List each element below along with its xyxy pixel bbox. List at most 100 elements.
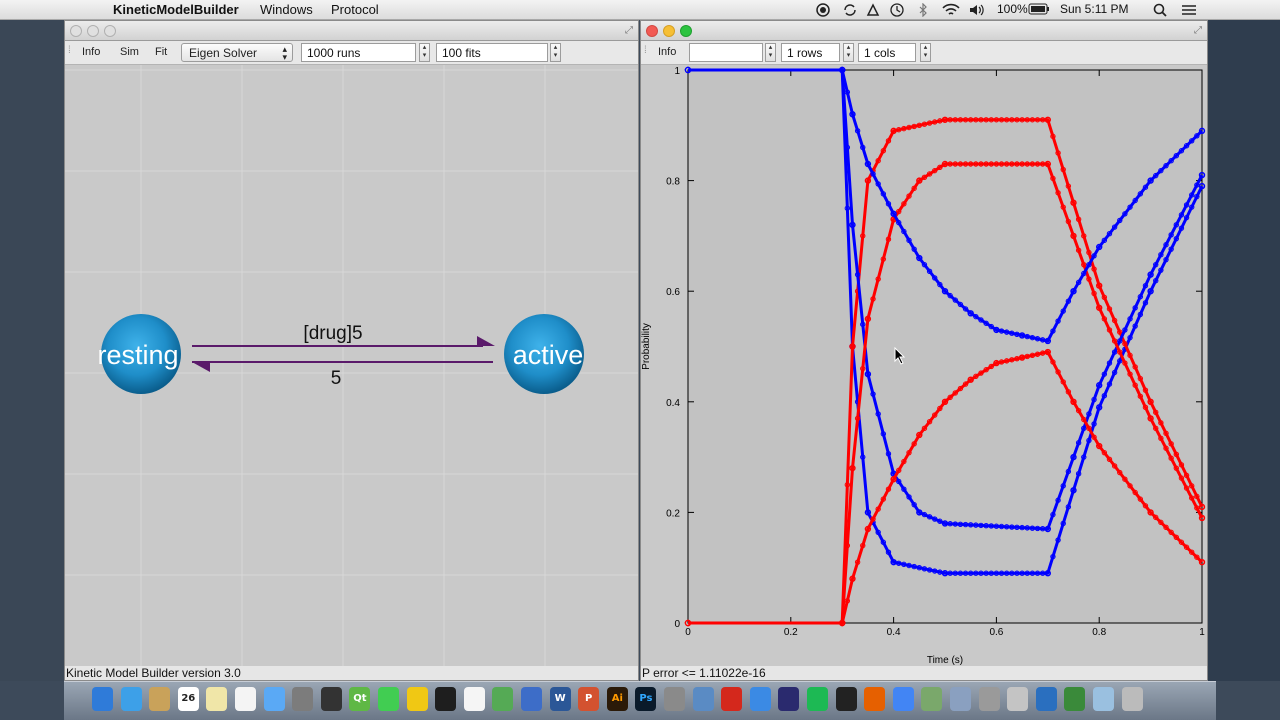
notification-center-icon[interactable] [1181, 3, 1197, 17]
notes-icon[interactable] [206, 687, 228, 711]
fullscreen-icon[interactable]: ⤢ [1194, 25, 1202, 36]
messages-icon[interactable] [263, 687, 285, 711]
terminal-icon[interactable] [435, 687, 457, 711]
x-axis-label: Time (s) [927, 655, 963, 666]
zoom-button[interactable] [680, 25, 692, 37]
cols-field[interactable]: 1 cols [858, 43, 916, 62]
bluetooth-icon[interactable] [918, 3, 928, 17]
app-menu[interactable]: KineticModelBuilder [113, 2, 239, 17]
plot-toolbar: ⁞ Info ▴ ▾ 1 rows ▴ ▾ 1 cols ▴ ▾ [641, 41, 1207, 65]
volume-icon[interactable] [968, 3, 986, 17]
minimize-button[interactable] [87, 25, 99, 37]
github-icon[interactable] [835, 687, 857, 711]
menu-windows[interactable]: Windows [260, 2, 313, 17]
firefox-icon[interactable] [864, 687, 886, 711]
image-capture-icon[interactable] [664, 687, 685, 711]
fits-field[interactable]: 100 fits [436, 43, 548, 62]
fullscreen-icon[interactable]: ⤢ [625, 25, 633, 36]
reminders-icon[interactable] [235, 687, 256, 711]
spotlight-search-icon[interactable] [1153, 3, 1167, 17]
q-icon[interactable] [378, 687, 399, 711]
wifi-icon[interactable] [942, 3, 960, 17]
stickies-icon[interactable] [406, 687, 428, 711]
y-tick-label: 0.8 [666, 177, 680, 188]
rows-field[interactable]: 1 rows [781, 43, 840, 62]
plot-window: ⤢ ⁞ Info ▴ ▾ 1 rows ▴ ▾ 1 cols ▴ ▾ 0 0 0.2 0.2… [640, 20, 1208, 681]
close-button[interactable] [646, 25, 658, 37]
finder-icon[interactable] [92, 687, 113, 711]
preferences-icon[interactable] [292, 687, 314, 711]
info-tab[interactable]: Info [658, 46, 676, 58]
model-status-bar: Kinetic Model Builder version 3.0 [65, 666, 638, 680]
runs-field[interactable]: 1000 runs [301, 43, 416, 62]
sync-icon[interactable] [842, 3, 858, 17]
model-window-titlebar[interactable]: ⤢ [65, 21, 638, 41]
qt-icon[interactable]: Qt [349, 687, 371, 711]
close-button[interactable] [70, 25, 82, 37]
runs-stepper[interactable]: ▴ ▾ [419, 43, 430, 62]
script-icon[interactable] [1007, 687, 1029, 711]
trash-icon[interactable] [1121, 687, 1143, 711]
menubar-clock[interactable]: Sun 5:11 PM [1060, 2, 1128, 16]
fits-stepper[interactable]: ▴ ▾ [550, 43, 561, 62]
textedit-icon[interactable] [463, 687, 485, 711]
forward-arrowhead-icon [477, 336, 495, 346]
model-toolbar: ⁞ Info Sim Fit Eigen Solver ▴ ▾ 1000 runs… [65, 41, 638, 65]
maps-icon[interactable] [492, 687, 514, 711]
inkscape-icon[interactable] [778, 687, 800, 711]
acrobat-icon[interactable] [721, 687, 743, 711]
menu-bar: KineticModelBuilder Windows Protocol 100… [0, 0, 1280, 20]
chrome-icon[interactable] [892, 687, 914, 711]
mail-icon[interactable] [950, 687, 971, 711]
x-tick-label: 0.4 [887, 627, 901, 638]
y-axis-label: Probability [641, 323, 652, 370]
toolbar-grip-icon[interactable]: ⁞ [644, 45, 647, 56]
desktop-right [1208, 20, 1280, 681]
y-tick-label: 0.4 [666, 398, 680, 409]
model-diagram: resting active [drug]5 5 [65, 65, 638, 669]
minimize-button[interactable] [663, 25, 675, 37]
spotify-icon[interactable] [807, 687, 828, 711]
grapher-icon[interactable] [1093, 687, 1114, 711]
app-store-icon[interactable] [749, 687, 771, 711]
network-icon[interactable] [921, 687, 943, 711]
photos-icon[interactable] [149, 687, 171, 711]
word-icon[interactable]: W [549, 687, 571, 711]
record-icon[interactable] [816, 3, 830, 17]
calculator-icon[interactable] [978, 687, 1000, 711]
model-canvas[interactable]: resting active [drug]5 5 Kinetic Model B… [65, 65, 638, 680]
textwrangler-icon[interactable] [1064, 687, 1086, 711]
drive-icon[interactable] [866, 3, 880, 17]
menu-protocol[interactable]: Protocol [331, 2, 379, 17]
preview-icon[interactable] [692, 687, 714, 711]
photoshop-icon[interactable]: Ps [635, 687, 657, 711]
activity-icon[interactable] [320, 687, 342, 711]
info-tab[interactable]: Info [82, 46, 100, 58]
y-tick-label: 0.6 [666, 287, 680, 298]
backward-rate-label[interactable]: 5 [331, 368, 342, 389]
plot-variable-field[interactable] [689, 43, 763, 62]
docs-icon[interactable] [521, 687, 542, 711]
solver-select-value: Eigen Solver [189, 46, 258, 60]
globe-icon[interactable] [1035, 687, 1057, 711]
fit-tab[interactable]: Fit [155, 46, 167, 58]
x-tick-label: 0.6 [989, 627, 1003, 638]
forward-rate-label[interactable]: [drug]5 [303, 323, 362, 344]
mouse-cursor-icon [894, 347, 906, 365]
safari-icon[interactable] [120, 687, 142, 711]
solver-select[interactable]: Eigen Solver ▴ ▾ [181, 43, 293, 62]
plot-area[interactable]: 0 0 0.2 0.2 0.4 0.4 0.6 0.6 0.8 0.8 1 1 Time (s) Prob… [641, 65, 1207, 680]
plot-window-titlebar[interactable]: ⤢ [641, 21, 1207, 41]
toolbar-grip-icon[interactable]: ⁞ [68, 45, 71, 56]
cols-stepper[interactable]: ▴ ▾ [920, 43, 931, 62]
rows-stepper[interactable]: ▴ ▾ [843, 43, 854, 62]
powerpoint-icon[interactable]: P [578, 687, 600, 711]
calendar-icon[interactable]: 26 [177, 687, 199, 711]
time-machine-icon[interactable] [890, 3, 904, 17]
model-window: ⤢ ⁞ Info Sim Fit Eigen Solver ▴ ▾ 1000 ru… [64, 20, 639, 681]
battery-icon[interactable] [1028, 3, 1050, 15]
sim-tab[interactable]: Sim [120, 46, 139, 58]
zoom-button[interactable] [104, 25, 116, 37]
plot-variable-stepper[interactable]: ▴ ▾ [765, 43, 776, 62]
illustrator-icon[interactable]: Ai [606, 687, 628, 711]
